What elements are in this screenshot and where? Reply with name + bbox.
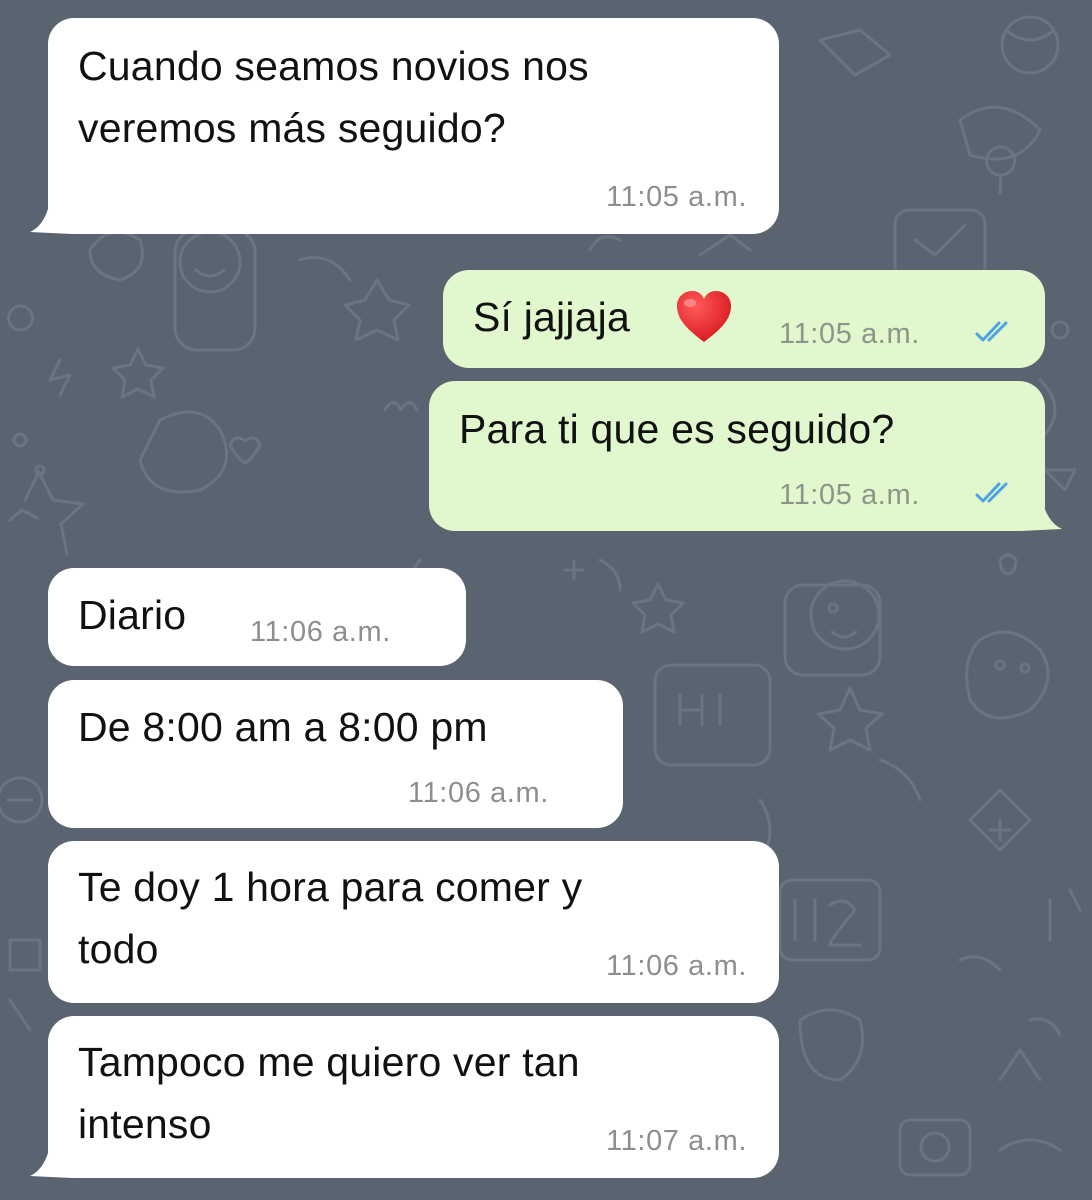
read-receipt-double-check-icon [975, 482, 1008, 503]
message-text: De 8:00 am a 8:00 pm [78, 704, 488, 750]
bubble-tail-outgoing [1020, 488, 1062, 531]
message-text-line: Te doy 1 hora para comer y [78, 864, 583, 910]
message-bubble-outgoing[interactable]: Sí jajjaja 11:05 a.m. [443, 270, 1045, 368]
message-text-line: Tampoco me quiero ver tan [78, 1039, 580, 1085]
message-bubble-incoming[interactable]: De 8:00 am a 8:00 pm 11:06 a.m. [48, 680, 623, 828]
message-timestamp: 11:06 a.m. [408, 777, 549, 809]
bubble-tail-incoming [30, 190, 72, 234]
message-timestamp: 11:07 a.m. [606, 1125, 747, 1157]
message-bubble-incoming[interactable]: Tampoco me quiero ver tan intenso 11:07 … [48, 1016, 779, 1178]
message-text: Sí jajjaja [473, 294, 630, 340]
message-text-line: Cuando seamos novios nos [78, 43, 589, 89]
message-text-line: todo [78, 926, 159, 972]
read-receipt-double-check-icon [975, 321, 1008, 342]
message-timestamp: 11:06 a.m. [250, 616, 391, 648]
message-timestamp: 11:05 a.m. [606, 181, 747, 213]
message-bubble-incoming[interactable]: Cuando seamos novios nos veremos más seg… [48, 18, 779, 234]
message-text: Para ti que es seguido? [459, 406, 895, 452]
message-text: Diario [78, 592, 187, 638]
message-text-line: veremos más seguido? [78, 105, 506, 151]
message-timestamp: 11:05 a.m. [779, 318, 920, 350]
message-timestamp: 11:05 a.m. [779, 479, 920, 511]
message-text-line: intenso [78, 1101, 212, 1147]
message-timestamp: 11:06 a.m. [606, 950, 747, 982]
message-bubble-incoming[interactable]: Diario 11:06 a.m. [48, 568, 466, 666]
message-bubble-incoming[interactable]: Te doy 1 hora para comer y todo 11:06 a.… [48, 841, 779, 1003]
message-bubble-outgoing[interactable]: Para ti que es seguido? 11:05 a.m. [429, 381, 1045, 531]
bubble-tail-incoming [30, 1134, 72, 1178]
red-heart-emoji-icon [677, 291, 731, 342]
